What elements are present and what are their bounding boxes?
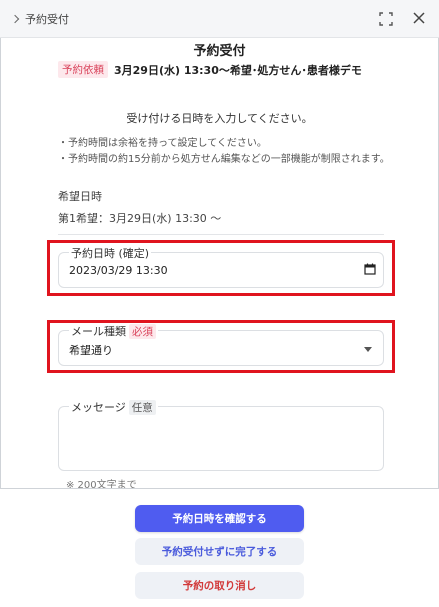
mail-type-value[interactable]: 希望通り [69, 342, 113, 358]
dialog-header: 予約受付 [0, 0, 439, 38]
datetime-label: 予約日時 (確定) [71, 247, 150, 260]
page-title: 予約受付 [193, 44, 246, 59]
reservation-summary: 予約依頼 3月29日(水) 13:30～希望･処方せん･患者様デモ [58, 61, 362, 78]
chevron-down-icon[interactable] [364, 347, 372, 352]
divider [58, 234, 384, 235]
desired-datetime-label: 希望日時 [58, 190, 102, 203]
breadcrumb-label: 予約受付 [25, 13, 69, 26]
desired-datetime-value: 第1希望：3月29日(水) 13:30 ～ [58, 212, 222, 225]
breadcrumb[interactable]: 予約受付 [10, 11, 69, 27]
optional-badge: 任意 [128, 399, 156, 415]
notes-list: ・予約時間は余裕を持って設定してください。 ・予約時間の約15分前から処方せん編… [58, 136, 390, 168]
note-item: ・予約時間の約15分前から処方せん編集などの一部機能が制限されます。 [58, 154, 390, 165]
status-badge: 予約依頼 [58, 61, 108, 78]
summary-text: 3月29日(水) 13:30～希望･処方せん･患者様デモ [114, 63, 362, 77]
chevron-right-icon [10, 14, 20, 24]
mail-type-label: メール種類 [71, 325, 126, 338]
cancel-reservation-button[interactable]: 予約の取り消し [135, 572, 304, 599]
field-label: メッセージ 任意 [69, 399, 158, 415]
datetime-input[interactable]: 2023/03/29 13:30 [69, 264, 168, 277]
close-icon[interactable] [411, 10, 427, 26]
confirm-datetime-button[interactable]: 予約日時を確認する [135, 505, 304, 532]
reservation-datetime-field[interactable]: 予約日時 (確定) 2023/03/29 13:30 [58, 245, 384, 288]
expand-icon[interactable] [378, 11, 394, 27]
note-item: ・予約時間は余裕を持って設定してください。 [58, 138, 267, 149]
calendar-icon[interactable] [364, 263, 376, 275]
required-badge: 必須 [129, 323, 156, 339]
char-limit-hint: ※ 200文字まで [66, 480, 137, 488]
dialog-footer: 予約日時を確認する 予約受付せずに完了する 予約の取り消し [0, 488, 439, 607]
instruction-text: 受け付ける日時を入力してください。 [126, 112, 313, 125]
complete-without-reservation-button[interactable]: 予約受付せずに完了する [135, 538, 304, 565]
dialog-content: 予約受付 予約依頼 3月29日(水) 13:30～希望･処方せん･患者様デモ 受… [0, 38, 439, 488]
mail-type-select[interactable]: メール種類 必須 希望通り [58, 323, 384, 366]
field-label: 予約日時 (確定) [69, 245, 152, 261]
field-label: メール種類 必須 [69, 323, 158, 339]
message-textarea[interactable]: メッセージ 任意 [58, 399, 384, 471]
message-label: メッセージ [71, 401, 126, 414]
